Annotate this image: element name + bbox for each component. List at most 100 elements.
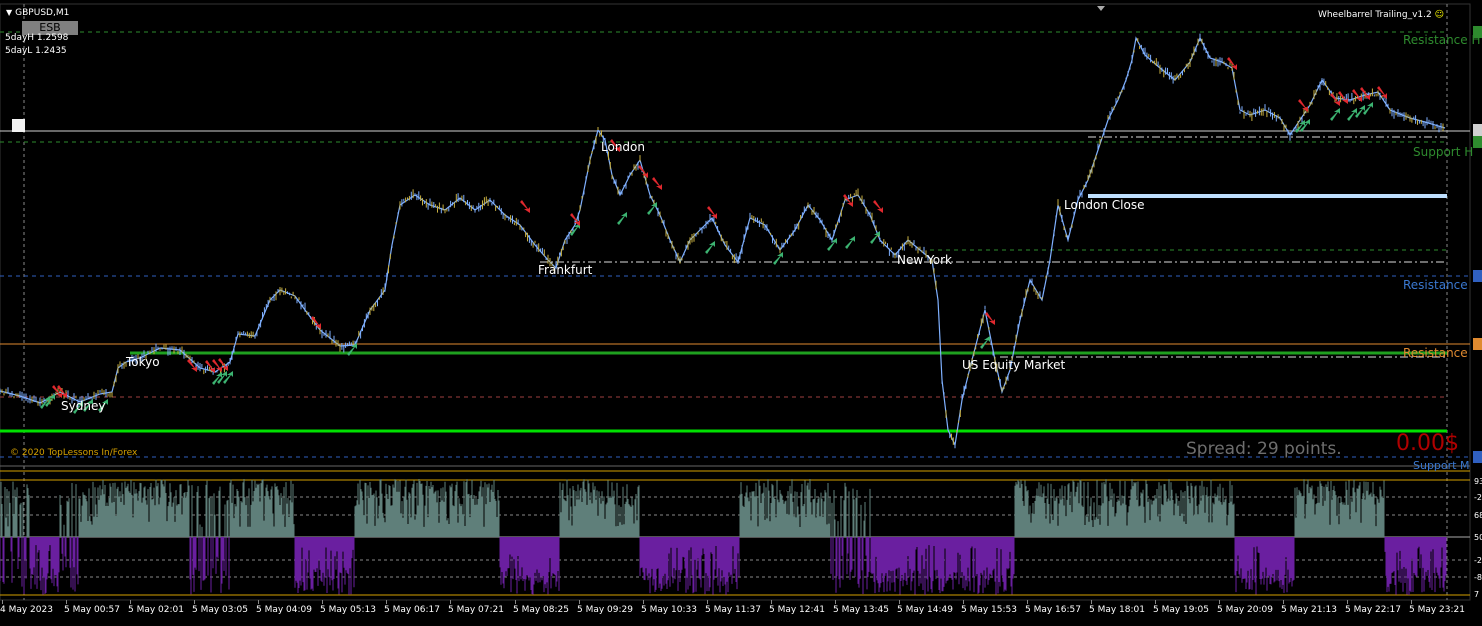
current-price-tag (1473, 124, 1482, 136)
time-axis-label: 5 May 02:01 (128, 605, 184, 615)
zone-label-support-h: Support H (1413, 145, 1474, 159)
zone-label-resistance-orange: Resistance (1403, 346, 1468, 360)
time-axis-label: 5 May 22:17 (1345, 605, 1401, 615)
symbol-title: ▼ GBPUSD,M1 (6, 8, 69, 18)
time-axis-tick (194, 600, 195, 604)
buy-arrow-icon (705, 241, 715, 254)
time-axis-label: 5 May 06:17 (384, 605, 440, 615)
time-axis-tick (771, 600, 772, 604)
zone-label-resistance-blue: Resistance (1403, 278, 1468, 292)
time-axis-label: 5 May 07:21 (448, 605, 504, 615)
time-axis-label: 5 May 23:21 (1409, 605, 1465, 615)
buy-arrow-icon (1347, 108, 1357, 121)
zone-label-resistance-h: Resistance H (1403, 33, 1481, 47)
time-axis-tick (1283, 600, 1284, 604)
expert-advisor-name: Wheelbarrel Trailing_v1.2 ☺ (1318, 10, 1444, 20)
indicator-axis-label: 50 (1474, 533, 1482, 542)
buy-arrow-icon (845, 236, 855, 249)
time-axis-tick (643, 600, 644, 604)
time-axis-label: 5 May 14:49 (897, 605, 953, 615)
time-axis-tick (835, 600, 836, 604)
indicator-axis-label: 93 (1474, 477, 1482, 486)
indicator-axis-label: 68 (1474, 511, 1482, 520)
ea-name-label: Wheelbarrel Trailing_v1.2 (1317, 10, 1432, 20)
time-axis-tick (963, 600, 964, 604)
sell-arrow-icon (652, 177, 662, 190)
time-axis-tick (899, 600, 900, 604)
time-axis-tick (130, 600, 131, 604)
indicator-axis-label: -8 (1474, 573, 1482, 582)
zone-label-support-m: Support M (1413, 459, 1470, 472)
time-axis-label: 5 May 18:01 (1089, 605, 1145, 615)
time-axis-label: 4 May 2023 (0, 605, 53, 615)
time-axis-tick (707, 600, 708, 604)
time-axis-tick (1219, 600, 1220, 604)
indicator-axis-label: 7 (1474, 590, 1479, 599)
smiley-icon: ☺ (1434, 10, 1444, 20)
time-axis-label: 5 May 00:57 (64, 605, 120, 615)
time-axis-tick (515, 600, 516, 604)
price-bars (0, 33, 1444, 449)
time-axis-label: 5 May 19:05 (1153, 605, 1209, 615)
buy-arrow-icon (617, 212, 627, 225)
time-axis-label: 5 May 15:53 (961, 605, 1017, 615)
shift-marker-icon[interactable] (1097, 6, 1105, 11)
session-label-london: London (601, 140, 645, 154)
dropdown-triangle-icon[interactable]: ▼ (6, 8, 12, 17)
session-label-london-close: London Close (1064, 198, 1145, 212)
time-axis-tick (258, 600, 259, 604)
session-label-tokyo: Tokyo (126, 355, 160, 369)
time-axis-tick (1411, 600, 1412, 604)
time-axis-label: 5 May 21:13 (1281, 605, 1337, 615)
buy-arrow-icon (647, 202, 657, 215)
time-axis-label: 5 May 11:37 (705, 605, 761, 615)
time-axis-tick (386, 600, 387, 604)
time-axis-tick (1155, 600, 1156, 604)
price-chart[interactable]: 93 -2 68 50 -2 -8 7 (0, 0, 1482, 626)
time-axis-tick (1347, 600, 1348, 604)
profit-readout: 0.00$ (1396, 431, 1459, 456)
session-label-us-equity: US Equity Market (962, 358, 1066, 372)
support-m-price-tag (1473, 451, 1482, 463)
support-h-price-tag (1473, 136, 1482, 148)
signal-arrows (40, 57, 1387, 414)
drag-handle[interactable] (12, 119, 25, 132)
time-axis-label: 5 May 05:13 (320, 605, 376, 615)
buy-arrow-icon (980, 336, 990, 349)
indicator-axis-label: -2 (1474, 493, 1482, 502)
time-axis-tick (2, 600, 3, 604)
symbol-label: GBPUSD,M1 (15, 8, 70, 18)
time-axis-tick (1091, 600, 1092, 604)
time-axis-label: 5 May 13:45 (833, 605, 889, 615)
time-axis-tick (322, 600, 323, 604)
buy-arrow-icon (773, 252, 783, 265)
time-axis-label: 5 May 09:29 (577, 605, 633, 615)
session-label-sydney: Sydney (61, 399, 106, 413)
indicator-axis: 93 -2 68 50 -2 -8 7 (1474, 477, 1482, 599)
time-axis-tick (66, 600, 67, 604)
time-axis-tick (450, 600, 451, 604)
time-axis-label: 5 May 16:57 (1025, 605, 1081, 615)
time-axis-tick (579, 600, 580, 604)
five-day-low: 5dayL 1.2435 (5, 46, 67, 56)
time-axis-label: 5 May 12:41 (769, 605, 825, 615)
five-day-high: 5dayH 1.2598 (5, 33, 69, 43)
time-axis-label: 5 May 10:33 (641, 605, 697, 615)
buy-arrow-icon (1330, 108, 1340, 121)
time-axis-label: 5 May 20:09 (1217, 605, 1273, 615)
sell-arrow-icon (873, 200, 883, 213)
sell-arrow-icon (520, 200, 530, 213)
time-axis-label: 5 May 04:09 (256, 605, 312, 615)
resistance-orange-price-tag (1473, 338, 1482, 350)
sell-arrow-icon (1298, 99, 1308, 112)
indicator-axis-label: -2 (1474, 556, 1482, 565)
sell-arrow-icon (707, 206, 717, 219)
session-label-new-york: New York (897, 253, 952, 267)
resistance-blue-price-tag (1473, 270, 1482, 282)
price-series-line (0, 36, 1446, 448)
time-axis-label: 5 May 03:05 (192, 605, 248, 615)
copyright-text: © 2020 TopLessons In/Forex (10, 448, 138, 458)
spread-readout: Spread: 29 points. (1186, 439, 1342, 459)
session-label-frankfurt: Frankfurt (538, 263, 593, 277)
time-axis-label: 5 May 08:25 (513, 605, 569, 615)
